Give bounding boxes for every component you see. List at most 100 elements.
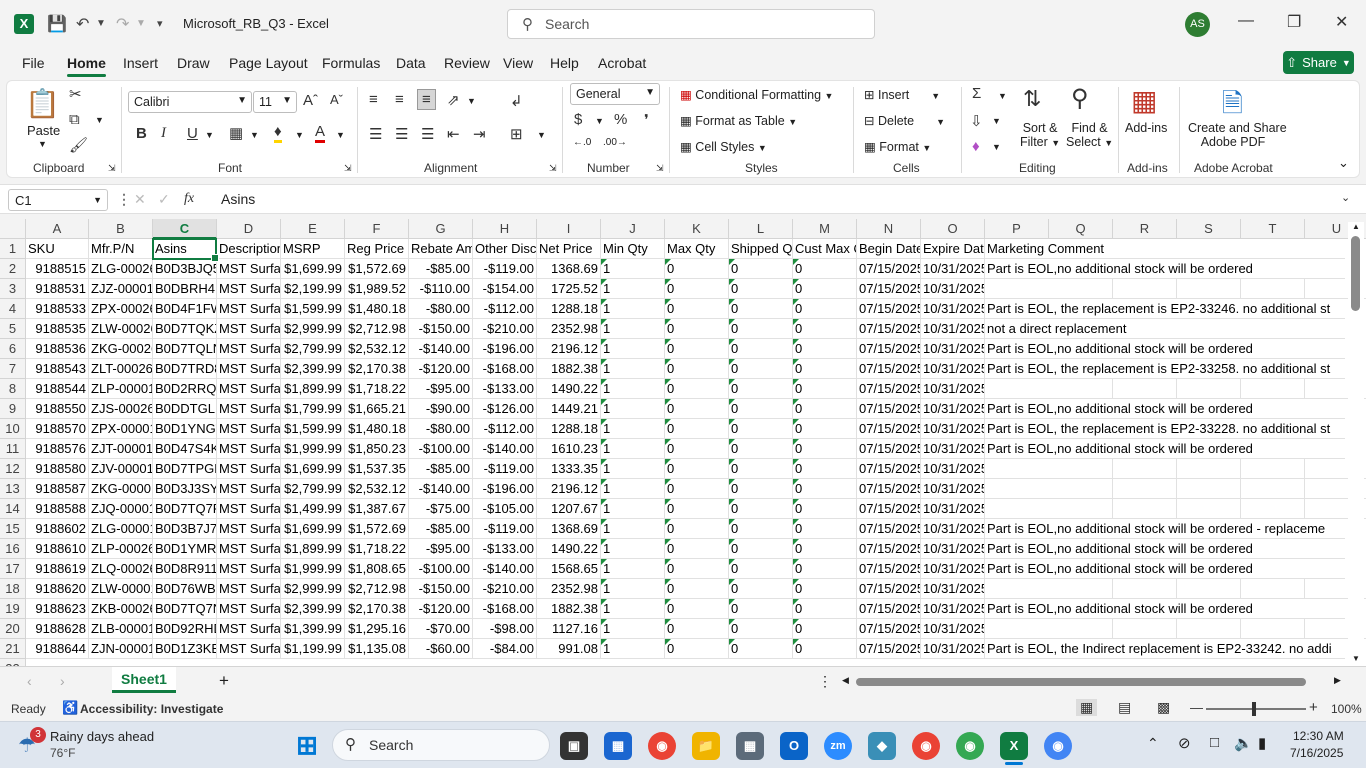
- table-cell[interactable]: -$119.00: [473, 259, 537, 279]
- table-cell[interactable]: 0: [665, 359, 729, 379]
- table-cell[interactable]: [985, 279, 1345, 299]
- table-cell[interactable]: -$120.00: [409, 359, 473, 379]
- table-cell[interactable]: $1,699.99: [281, 259, 345, 279]
- table-cell[interactable]: 0: [793, 339, 857, 359]
- table-cell[interactable]: 0: [729, 499, 793, 519]
- table-cell[interactable]: -$85.00: [409, 259, 473, 279]
- chrome-icon[interactable]: ◉: [648, 732, 676, 760]
- table-cell[interactable]: Part is EOL, the replacement is EP2-3322…: [985, 419, 1345, 439]
- table-cell[interactable]: 10/31/2025: [921, 559, 985, 579]
- font-size-combo[interactable]: 11 ▼: [253, 91, 297, 113]
- table-cell[interactable]: MST Surface: [217, 639, 281, 659]
- fill-color-dropdown-icon[interactable]: ▼: [295, 130, 304, 140]
- clipboard-launcher-icon[interactable]: ⇲: [108, 163, 116, 174]
- row-header[interactable]: 18: [0, 579, 26, 599]
- chrome-profile2-icon[interactable]: ◉: [956, 732, 984, 760]
- zoom-slider[interactable]: [1206, 708, 1306, 710]
- table-cell[interactable]: Part is EOL,no additional stock will be …: [985, 259, 1345, 279]
- table-cell[interactable]: 0: [729, 459, 793, 479]
- scroll-down-icon[interactable]: ▼: [1352, 654, 1360, 663]
- zoom-in-icon[interactable]: +: [1309, 699, 1318, 716]
- table-cell[interactable]: -$126.00: [473, 399, 537, 419]
- table-cell[interactable]: -$140.00: [409, 339, 473, 359]
- table-cell[interactable]: B0D3J3SY: [153, 479, 217, 499]
- table-cell[interactable]: 2196.12: [537, 339, 601, 359]
- clear-icon[interactable]: ♦: [972, 138, 980, 155]
- table-cell[interactable]: -$168.00: [473, 359, 537, 379]
- format-painter-icon[interactable]: 🖌: [69, 136, 88, 154]
- table-cell[interactable]: ZJV-00001: [89, 459, 153, 479]
- align-right-icon[interactable]: ☰: [421, 125, 434, 143]
- confirm-entry-icon[interactable]: ✓: [158, 191, 170, 208]
- page-layout-view-icon[interactable]: ▤: [1118, 699, 1131, 716]
- table-cell[interactable]: MST Surface: [217, 399, 281, 419]
- row-header[interactable]: 9: [0, 399, 26, 419]
- table-cell[interactable]: -$75.00: [409, 499, 473, 519]
- table-cell[interactable]: 1610.23: [537, 439, 601, 459]
- comma-style-icon[interactable]: ❜: [644, 111, 649, 129]
- cancel-entry-icon[interactable]: ✕: [134, 191, 146, 208]
- header-cell[interactable]: MSRP: [281, 239, 345, 259]
- normal-view-icon[interactable]: ▦: [1076, 699, 1098, 716]
- table-cell[interactable]: 1: [601, 419, 665, 439]
- table-cell[interactable]: -$133.00: [473, 539, 537, 559]
- spreadsheet-grid[interactable]: A B C D E F G H I J K L M N O P Q R S T U 1 SKU Mfr.P/N Asins Des…: [0, 219, 1366, 666]
- table-cell[interactable]: $2,170.38: [345, 359, 409, 379]
- table-cell[interactable]: 1288.18: [537, 419, 601, 439]
- create-share-pdf-button[interactable]: Create and Share Adobe PDF: [1188, 121, 1287, 149]
- header-cell[interactable]: Begin Date: [857, 239, 921, 259]
- horizontal-scroll-thumb[interactable]: [856, 678, 1306, 686]
- italic-icon[interactable]: I: [161, 125, 166, 142]
- orientation-dropdown-icon[interactable]: ▼: [467, 96, 476, 106]
- table-cell[interactable]: 1: [601, 259, 665, 279]
- table-cell[interactable]: 0: [793, 319, 857, 339]
- table-cell[interactable]: 10/31/2025: [921, 259, 985, 279]
- table-cell[interactable]: 07/15/2025: [857, 639, 921, 659]
- horizontal-scrollbar[interactable]: ◀ ▶: [840, 675, 1350, 689]
- save-icon[interactable]: 💾: [47, 14, 67, 34]
- increase-font-size-icon[interactable]: Aˆ: [303, 92, 318, 109]
- table-cell[interactable]: 0: [665, 319, 729, 339]
- header-cell[interactable]: Max Qty: [665, 239, 729, 259]
- autosum-dropdown-icon[interactable]: ▼: [998, 91, 1007, 101]
- zoom-out-icon[interactable]: —: [1190, 700, 1203, 715]
- find-select-icon[interactable]: ⚲: [1071, 84, 1089, 113]
- table-cell[interactable]: 1368.69: [537, 519, 601, 539]
- table-cell[interactable]: ZKG-00026: [89, 339, 153, 359]
- table-cell[interactable]: 9188550: [26, 399, 89, 419]
- table-cell[interactable]: 9188580: [26, 459, 89, 479]
- column-header[interactable]: K: [665, 219, 729, 239]
- table-cell[interactable]: $1,899.99: [281, 379, 345, 399]
- table-cell[interactable]: 0: [729, 439, 793, 459]
- table-cell[interactable]: 07/15/2025: [857, 559, 921, 579]
- table-cell[interactable]: 0: [793, 259, 857, 279]
- table-cell[interactable]: 2352.98: [537, 579, 601, 599]
- table-cell[interactable]: -$95.00: [409, 379, 473, 399]
- table-cell[interactable]: 0: [793, 279, 857, 299]
- table-cell[interactable]: 07/15/2025: [857, 339, 921, 359]
- decrease-font-size-icon[interactable]: Aˇ: [330, 92, 343, 107]
- start-icon[interactable]: ⊞: [293, 732, 321, 760]
- table-cell[interactable]: 0: [665, 479, 729, 499]
- table-cell[interactable]: B0D2RRQS: [153, 379, 217, 399]
- decrease-indent-icon[interactable]: ⇤: [447, 125, 460, 143]
- prev-sheet-icon[interactable]: ‹: [27, 673, 32, 689]
- table-cell[interactable]: -$168.00: [473, 599, 537, 619]
- table-cell[interactable]: $1,572.69: [345, 519, 409, 539]
- table-cell[interactable]: $2,170.38: [345, 599, 409, 619]
- table-cell[interactable]: 0: [793, 639, 857, 659]
- borders-dropdown-icon[interactable]: ▼: [250, 130, 259, 140]
- column-header[interactable]: T: [1241, 219, 1305, 239]
- table-cell[interactable]: 1568.65: [537, 559, 601, 579]
- table-cell[interactable]: 2196.12: [537, 479, 601, 499]
- row-header[interactable]: 11: [0, 439, 26, 459]
- table-cell[interactable]: -$140.00: [409, 479, 473, 499]
- share-button[interactable]: ⇧ Share ▼: [1283, 51, 1354, 74]
- column-header[interactable]: R: [1113, 219, 1177, 239]
- table-cell[interactable]: 0: [665, 259, 729, 279]
- table-cell[interactable]: -$105.00: [473, 499, 537, 519]
- table-cell[interactable]: B0D76WB5: [153, 579, 217, 599]
- conditional-formatting-button[interactable]: ▦ Conditional Formatting ▼: [680, 87, 833, 102]
- table-cell[interactable]: 07/15/2025: [857, 519, 921, 539]
- row-header[interactable]: 7: [0, 359, 26, 379]
